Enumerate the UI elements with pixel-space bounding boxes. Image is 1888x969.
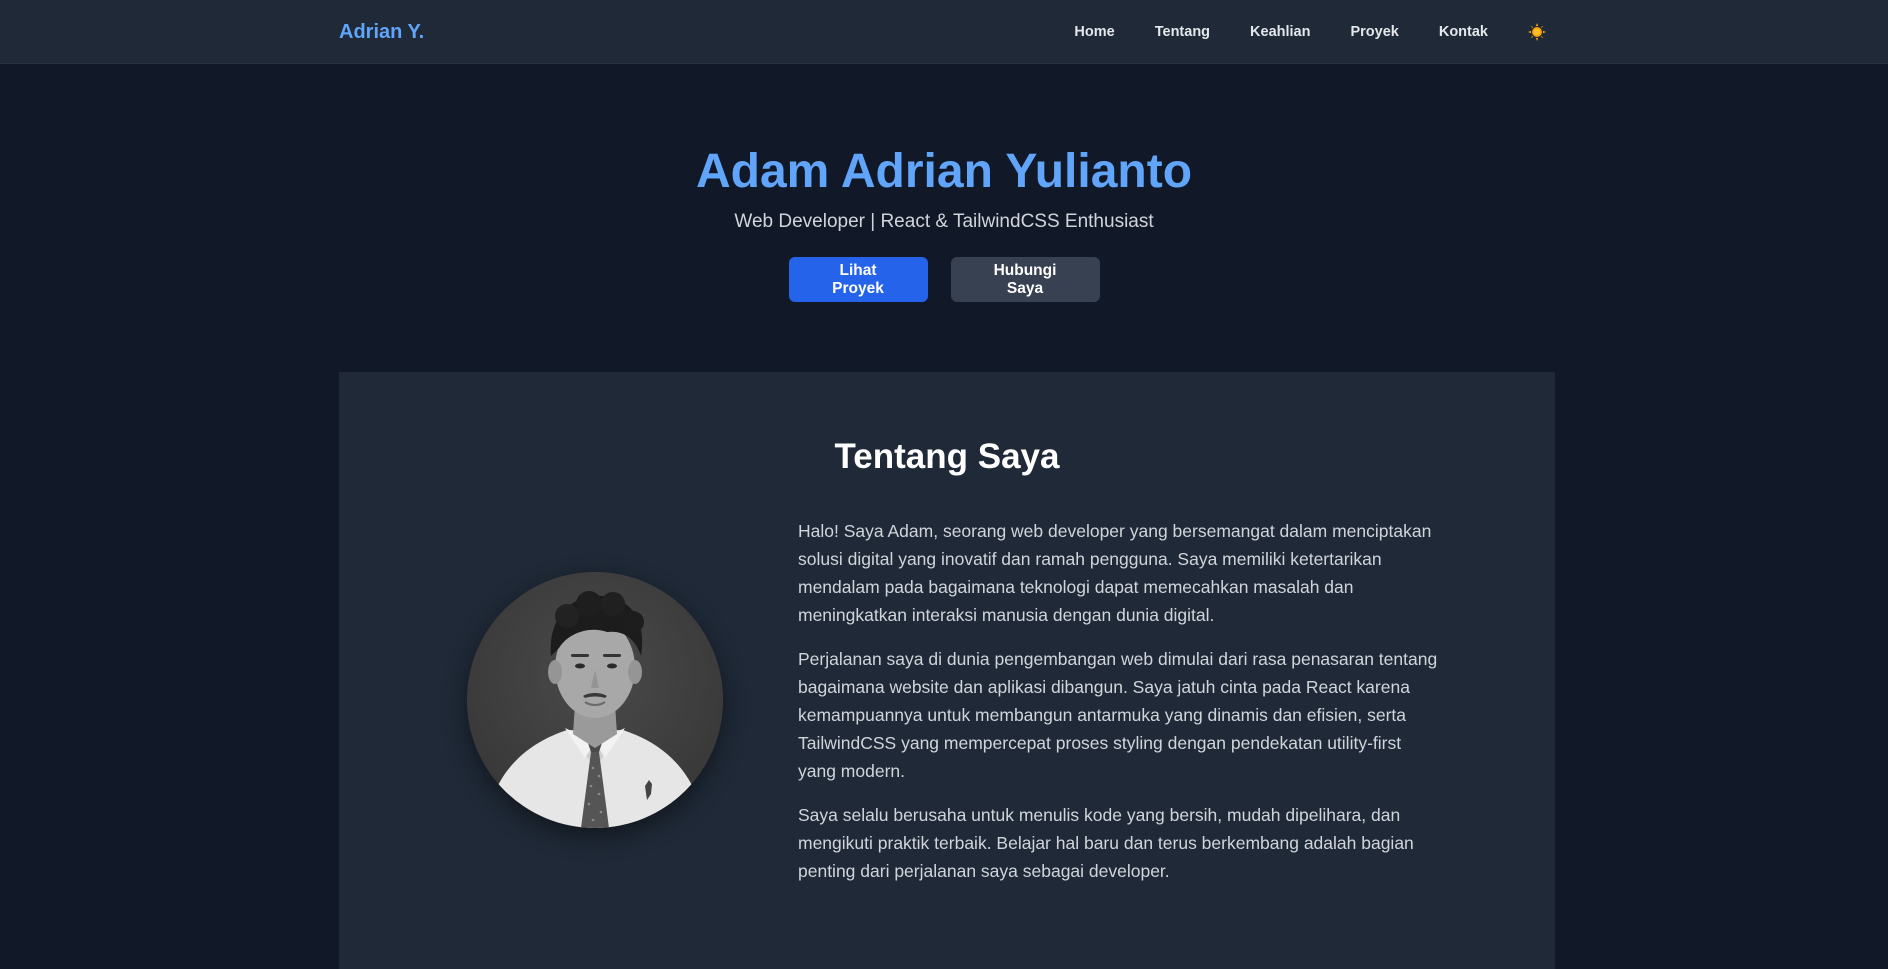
hero-subtitle: Web Developer | React & TailwindCSS Enth… <box>734 211 1154 232</box>
about-paragraph-3: Saya selalu berusaha untuk menulis kode … <box>798 805 1414 881</box>
about-paragraph-2: Perjalanan saya di dunia pengembangan we… <box>798 649 1438 781</box>
profile-photo <box>467 572 723 828</box>
navbar: Adrian Y. Home Tentang Keahlian Proyek K… <box>0 0 1888 64</box>
nav-link-proyek[interactable]: Proyek <box>1350 24 1398 40</box>
about-text: Halo! Saya Adam, seorang web developer y… <box>798 517 1438 901</box>
brand-logo[interactable]: Adrian Y. <box>339 0 424 64</box>
contact-me-button[interactable]: Hubungi Saya <box>950 257 1100 302</box>
hero-title: Adam Adrian Yulianto <box>695 145 1193 198</box>
about-paragraph-1: Halo! Saya Adam, seorang web developer y… <box>798 521 1432 625</box>
nav-link-keahlian[interactable]: Keahlian <box>1250 24 1310 40</box>
nav-link-home[interactable]: Home <box>1074 24 1114 40</box>
about-section: Tentang Saya Halo! Saya Adam, seorang we… <box>339 372 1555 969</box>
nav-links: Home Tentang Keahlian Proyek Kontak <box>1074 0 1546 64</box>
hero-buttons: Lihat Proyek Hubungi Saya <box>0 257 1888 302</box>
about-title: Tentang Saya <box>834 437 1060 476</box>
nav-link-tentang[interactable]: Tentang <box>1155 24 1210 40</box>
view-projects-button[interactable]: Lihat Proyek <box>788 257 928 302</box>
hero-section: Adam Adrian Yulianto Web Developer | Rea… <box>0 64 1888 372</box>
nav-link-kontak[interactable]: Kontak <box>1439 24 1488 40</box>
sun-icon[interactable] <box>1528 23 1546 41</box>
